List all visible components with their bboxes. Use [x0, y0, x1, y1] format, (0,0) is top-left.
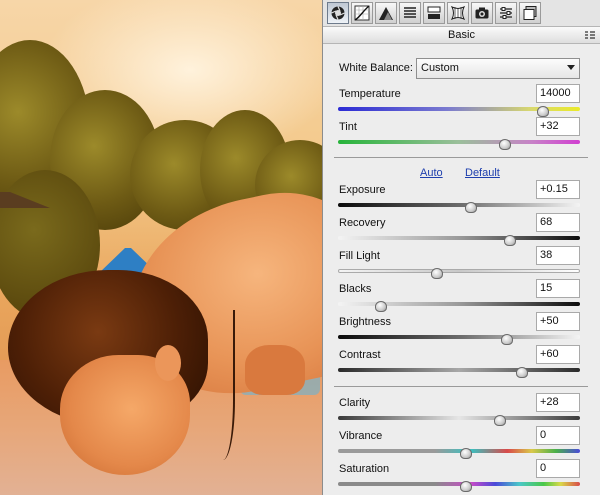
photo-preview — [0, 0, 322, 495]
auto-link[interactable]: Auto — [420, 167, 443, 179]
divider — [334, 386, 588, 387]
temperature-label: Temperature — [339, 88, 401, 100]
tab-tone-curve[interactable] — [351, 2, 373, 24]
person-ear — [155, 345, 181, 381]
contrast-label: Contrast — [339, 349, 381, 361]
fill-light-slider-track[interactable] — [338, 269, 580, 273]
tint-value-field[interactable]: +32 — [536, 117, 580, 136]
tab-snapshots[interactable] — [519, 2, 541, 24]
vibrance-value-field[interactable]: 0 — [536, 426, 580, 445]
tab-presets[interactable] — [495, 2, 517, 24]
snapshots-icon — [523, 6, 537, 20]
recovery-value-field[interactable]: 68 — [536, 213, 580, 232]
split-toning-icon — [427, 6, 441, 19]
tab-split-toning[interactable] — [423, 2, 445, 24]
saturation-slider-track[interactable] — [338, 482, 580, 486]
tab-detail[interactable] — [375, 2, 397, 24]
hsl-grayscale-icon — [404, 7, 416, 18]
tab-hsl-grayscale[interactable] — [399, 2, 421, 24]
fill-light-value-field[interactable]: 38 — [536, 246, 580, 265]
presets-icon — [500, 7, 512, 19]
tone-curve-icon — [354, 5, 370, 21]
white-balance-value: Custom — [416, 58, 580, 79]
contrast-slider-track[interactable] — [338, 368, 580, 372]
person-arm — [245, 345, 305, 395]
recovery-label: Recovery — [339, 217, 386, 229]
blacks-label: Blacks — [339, 283, 372, 295]
contrast-value-field[interactable]: +60 — [536, 345, 580, 364]
section-header: Basic — [323, 27, 600, 44]
tint-label: Tint — [339, 121, 357, 133]
divider — [334, 157, 588, 158]
saturation-value-field[interactable]: 0 — [536, 459, 580, 478]
clarity-slider-track[interactable] — [338, 416, 580, 420]
tab-lens-corrections[interactable] — [447, 2, 469, 24]
detail-triangle-icon — [379, 7, 393, 20]
vibrance-slider-track[interactable] — [338, 449, 580, 453]
lens-corrections-icon — [450, 5, 466, 21]
chevron-down-icon — [567, 65, 575, 70]
panel-menu-icon[interactable] — [584, 29, 596, 41]
panel-tab-bar — [323, 0, 600, 27]
white-balance-select[interactable]: Custom — [416, 58, 580, 79]
default-link[interactable]: Default — [465, 167, 500, 179]
temperature-value-field[interactable]: 14000 — [536, 84, 580, 103]
tab-camera-calibration[interactable] — [471, 2, 493, 24]
white-balance-label: White Balance: — [339, 62, 413, 74]
fill-light-label: Fill Light — [339, 250, 380, 262]
blacks-value-field[interactable]: 15 — [536, 279, 580, 298]
clarity-label: Clarity — [339, 397, 371, 409]
exposure-value-field[interactable]: +0.15 — [536, 180, 580, 199]
tint-slider-track[interactable] — [338, 140, 580, 144]
brightness-slider-track[interactable] — [338, 335, 580, 339]
brightness-value-field[interactable]: +50 — [536, 312, 580, 331]
brightness-label: Brightness — [339, 316, 391, 328]
saturation-label: Saturation — [339, 463, 390, 475]
section-title: Basic — [448, 29, 475, 41]
clarity-value-field[interactable]: +28 — [536, 393, 580, 412]
exposure-slider-track[interactable] — [338, 203, 580, 207]
necklace — [205, 310, 235, 460]
exposure-label: Exposure — [339, 184, 386, 196]
recovery-slider-track[interactable] — [338, 236, 580, 240]
aperture-icon — [331, 6, 345, 20]
tab-basic[interactable] — [327, 2, 349, 24]
camera-calibration-icon — [475, 7, 489, 19]
vibrance-label: Vibrance — [339, 430, 383, 442]
